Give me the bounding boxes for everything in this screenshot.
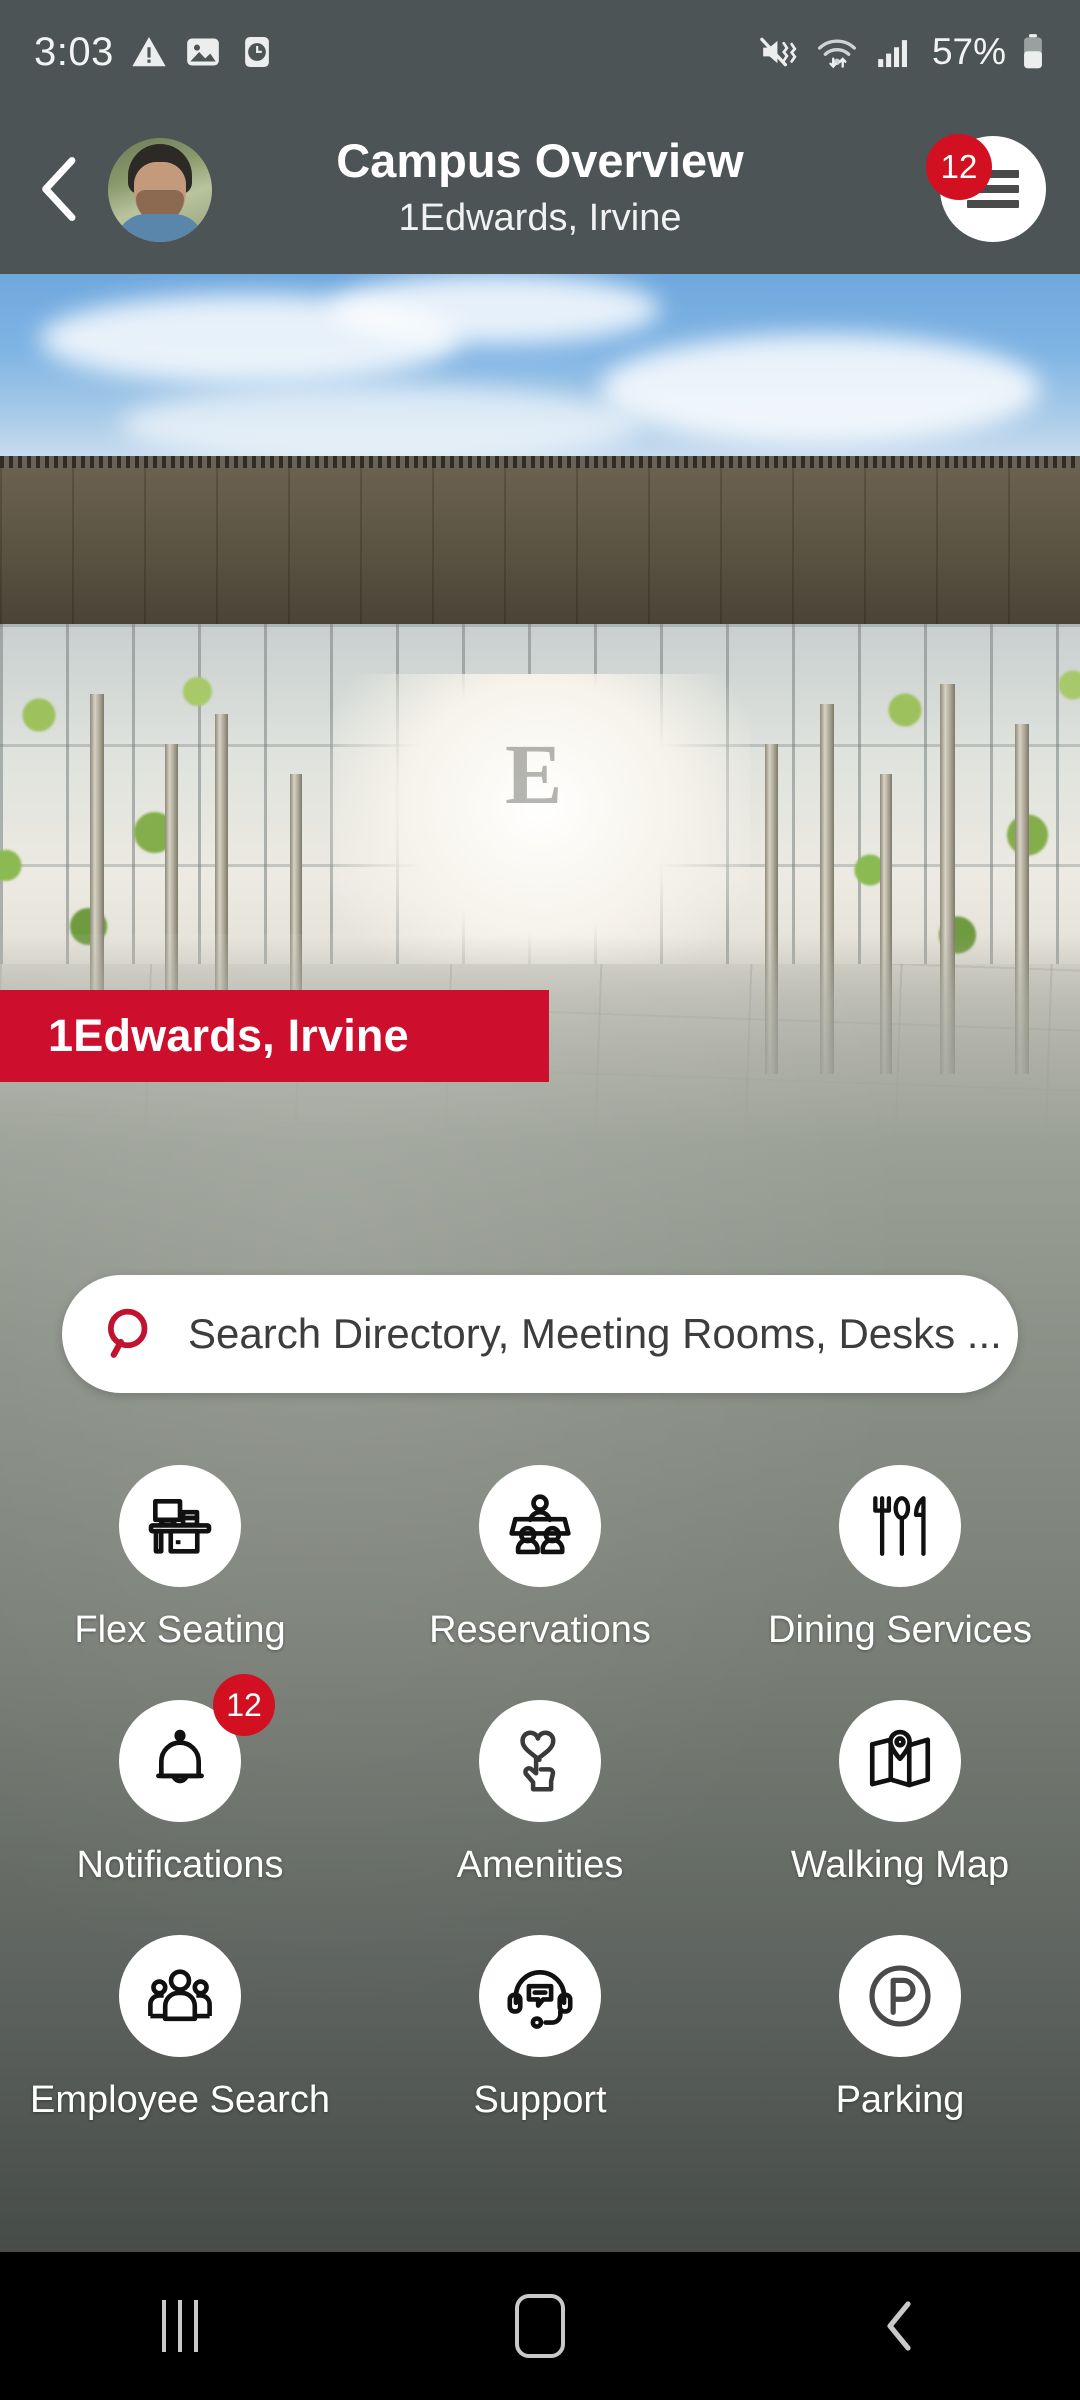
tile-amenities[interactable]: Amenities [360,1700,720,1887]
cellular-signal-icon [878,40,907,68]
tile-icon-circle: 12 [119,1674,275,1822]
battery-icon [1024,34,1042,69]
tile-icon-circle [839,1935,961,2057]
tile-parking[interactable]: Parking [720,1935,1080,2122]
alarm-clock-icon [244,36,269,68]
search-icon [107,1308,148,1358]
desk-workstation-icon [148,1499,212,1554]
nav-home-button[interactable] [465,2271,615,2381]
recents-icon [162,2300,198,2352]
tile-icon-circle [479,1700,601,1822]
nav-recents-button[interactable] [105,2271,255,2381]
mute-vibrate-icon [760,37,797,67]
location-banner: 1Edwards, Irvine [0,990,549,1082]
search-input[interactable]: Search Directory, Meeting Rooms, Desks .… [62,1275,1018,1393]
tile-label: Parking [835,2079,965,2121]
nav-back-button[interactable] [825,2271,975,2381]
status-bar-clock: 3:03 [34,29,114,74]
app-header: Campus Overview 1Edwards, Irvine 12 [0,104,1080,274]
search-placeholder: Search Directory, Meeting Rooms, Desks .… [188,1310,1002,1357]
headset-chat-icon [507,1970,573,2029]
hand-tap-heart-icon [520,1730,556,1792]
location-banner-label: 1Edwards, Irvine [48,1010,409,1061]
tile-walking-map[interactable]: Walking Map [720,1700,1080,1887]
tile-label: Dining Services [768,1609,1032,1651]
building-logo: E [505,726,563,822]
tile-icon-circle [839,1465,961,1587]
fork-spoon-knife-icon [873,1496,926,1556]
tile-notifications[interactable]: 12 Notifications [0,1674,360,1887]
tile-label: Employee Search [30,2079,330,2121]
nav-back-icon [887,2301,911,2351]
tile-label: Amenities [456,1844,624,1886]
people-group-icon [148,1969,212,2022]
tile-icon-circle [479,1465,601,1587]
tile-flex-seating[interactable]: Flex Seating [0,1465,360,1652]
tile-support[interactable]: Support [360,1935,720,2122]
menu-badge: 12 [926,134,992,200]
back-button[interactable] [26,154,96,224]
image-icon [187,38,219,66]
tile-label: Reservations [429,1609,651,1651]
status-bar-right: 57% [758,31,1046,73]
shortcut-grid: Flex Seating Reservations Dining Service… [0,1465,1080,2122]
tile-icon-circle [479,1935,601,2057]
battery-percent-label: 57% [931,31,1006,72]
status-bar-left: 3:03 [34,30,276,75]
tile-label: Support [473,2079,607,2121]
tile-icon-circle [119,1935,241,2057]
chevron-left-icon [42,157,76,221]
tile-label: Notifications [76,1844,284,1886]
warning-triangle-icon [132,36,166,67]
tile-reservations[interactable]: Reservations [360,1465,720,1652]
avatar[interactable] [108,138,212,242]
tile-icon-circle [119,1465,241,1587]
menu-button[interactable]: 12 [926,134,1046,242]
phone-screen: 3:03 57% Campus Overview 1Edwards, Irvin… [0,0,1080,2400]
notifications-badge: 12 [213,1674,275,1736]
tile-dining-services[interactable]: Dining Services [720,1465,1080,1652]
android-nav-bar [0,2252,1080,2400]
tile-icon-circle [839,1700,961,1822]
wifi-icon [817,39,857,69]
tile-label: Flex Seating [74,1609,286,1651]
folded-map-pin-icon [869,1729,931,1788]
status-bar: 3:03 57% [0,0,1080,104]
bell-icon [156,1729,204,1784]
home-icon [515,2294,565,2358]
parking-p-icon [869,1965,931,2027]
meeting-table-people-icon [509,1494,571,1555]
tile-employee-search[interactable]: Employee Search [0,1935,360,2122]
tile-label: Walking Map [790,1844,1010,1886]
